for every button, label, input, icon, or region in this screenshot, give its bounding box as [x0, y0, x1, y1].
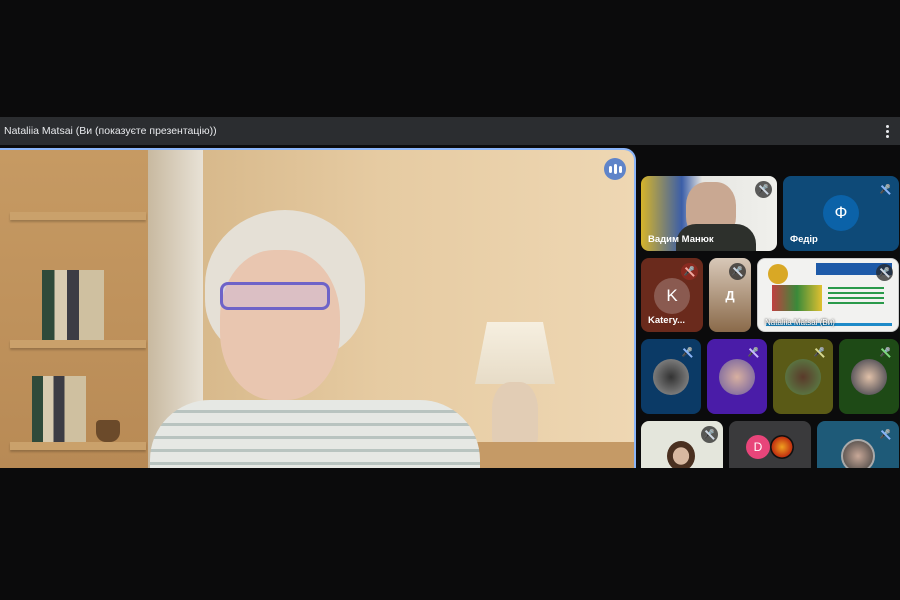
- participant-tile[interactable]: K 🎤 Kateгy...: [641, 258, 703, 332]
- mic-off-icon: 🎤: [729, 263, 746, 280]
- more-options-icon[interactable]: [880, 121, 894, 141]
- presentation-tile[interactable]: 🎤 Nataliia Matsai (Ви): [757, 258, 899, 332]
- shelf: [10, 212, 146, 220]
- table: [470, 442, 634, 468]
- lamp-base: [492, 382, 538, 450]
- participant-tile[interactable]: 🎤: [707, 339, 767, 414]
- shelf: [10, 340, 146, 348]
- mic-off-icon: 🎤: [701, 426, 718, 443]
- participant-avatar: D: [746, 435, 770, 459]
- participant-photo: [851, 358, 887, 395]
- participant-tile[interactable]: 🎤: [641, 421, 723, 468]
- presenter-video: [150, 210, 480, 468]
- shelf: [10, 442, 146, 450]
- participant-tile[interactable]: 🎤: [641, 339, 701, 414]
- participant-avatar: Ф: [823, 195, 859, 231]
- speaking-indicator-icon: [604, 158, 626, 180]
- mic-off-icon: 🎤: [877, 426, 894, 443]
- mic-off-icon: 🎤: [679, 344, 696, 361]
- books: [32, 376, 86, 442]
- participant-tile[interactable]: 🎤: [817, 421, 899, 468]
- mic-off-icon: 🎤: [755, 181, 772, 198]
- books: [42, 270, 104, 340]
- participant-name: Вадим Манюк: [648, 234, 714, 245]
- lamp: [475, 322, 555, 384]
- main-video-tile[interactable]: [0, 148, 636, 468]
- participant-avatar: K: [654, 278, 690, 314]
- participant-initial: Д: [725, 287, 735, 303]
- mic-off-icon: 🎤: [877, 181, 894, 198]
- candle: [96, 420, 120, 442]
- presenter-bar: Nataliia Matsai (Ви (показуєте презентац…: [0, 117, 900, 145]
- participant-tile[interactable]: Ф 🎤 Федір: [783, 176, 899, 251]
- presentation-caption: Nataliia Matsai (Ви): [765, 318, 835, 327]
- participant-tile[interactable]: D: [729, 421, 811, 468]
- participant-name: Федір: [790, 234, 818, 245]
- participant-photo: [719, 358, 755, 395]
- participant-tile[interactable]: 🎤 Вадим Манюк: [641, 176, 777, 251]
- mic-off-icon: 🎤: [877, 344, 894, 361]
- mic-off-icon: 🎤: [745, 344, 762, 361]
- presenter-title: Nataliia Matsai (Ви (показуєте презентац…: [4, 125, 217, 137]
- mic-off-icon: 🎤: [811, 344, 828, 361]
- participant-avatar-image: [770, 435, 794, 459]
- mic-off-icon: 🎤: [876, 264, 893, 281]
- participant-tile[interactable]: Д 🎤: [709, 258, 751, 332]
- participant-photo: [653, 358, 689, 395]
- participant-tile[interactable]: 🎤: [839, 339, 899, 414]
- mic-off-icon: 🎤: [681, 263, 698, 280]
- participant-photo: [785, 358, 821, 395]
- participant-name: Kateгy...: [648, 315, 686, 326]
- participant-tile[interactable]: 🎤: [773, 339, 833, 414]
